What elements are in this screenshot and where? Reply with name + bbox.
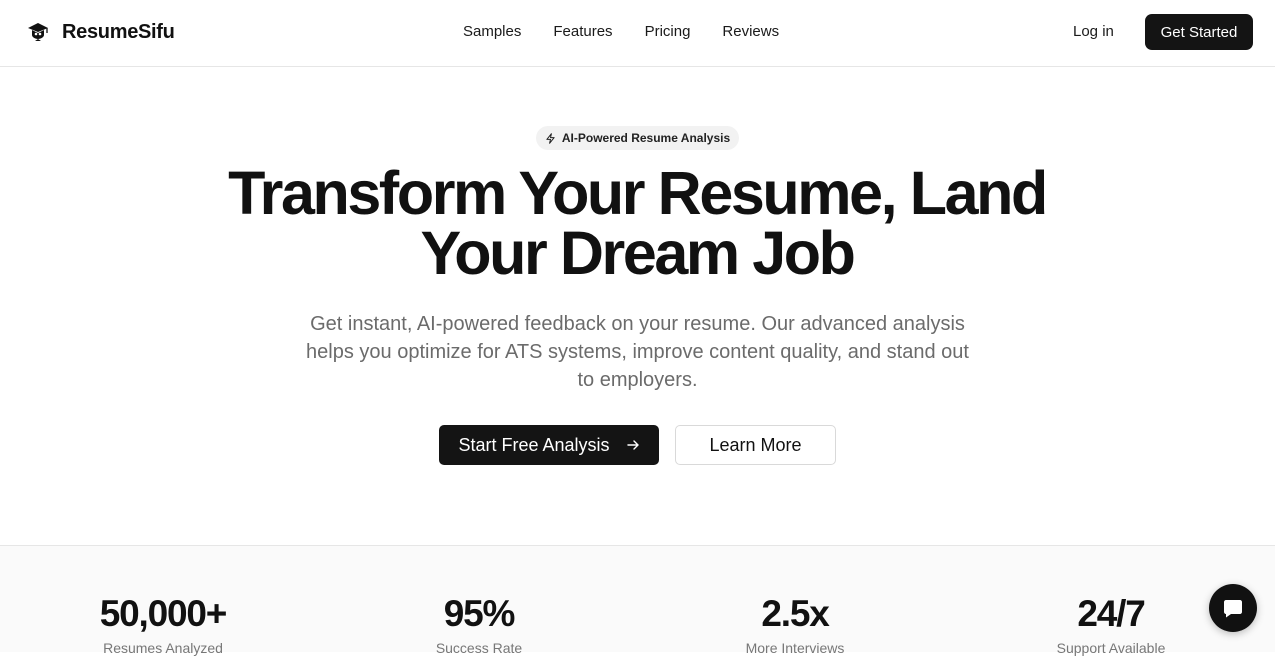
stat-label: Success Rate bbox=[435, 640, 523, 656]
stat-success-rate: 95% Success Rate bbox=[349, 594, 609, 656]
stat-label: Support Available bbox=[1056, 640, 1166, 656]
get-started-button[interactable]: Get Started bbox=[1145, 14, 1253, 50]
stat-support-available: 24/7 Support Available bbox=[981, 594, 1241, 656]
chat-button[interactable] bbox=[1209, 584, 1257, 632]
stat-resumes-analyzed: 50,000+ Resumes Analyzed bbox=[33, 594, 293, 656]
stat-label: Resumes Analyzed bbox=[103, 640, 223, 656]
hero-title-line-2: Your Dream Job bbox=[420, 219, 855, 287]
hero-title: Transform Your Resume, Land Your Dream J… bbox=[137, 163, 1137, 284]
site-header: ResumeSifu Samples Features Pricing Revi… bbox=[0, 0, 1275, 67]
start-free-analysis-button[interactable]: Start Free Analysis bbox=[439, 425, 659, 465]
graduation-cap-icon bbox=[28, 23, 48, 41]
main-nav: Samples Features Pricing Reviews bbox=[463, 22, 779, 42]
stats-section: 50,000+ Resumes Analyzed 95% Success Rat… bbox=[0, 545, 1275, 656]
brand-name: ResumeSifu bbox=[62, 20, 175, 43]
badge-text: AI-Powered Resume Analysis bbox=[561, 131, 731, 145]
nav-item-features[interactable]: Features bbox=[553, 22, 612, 42]
stat-label: More Interviews bbox=[745, 640, 845, 656]
nav-item-reviews[interactable]: Reviews bbox=[722, 22, 779, 42]
hero-badge: AI-Powered Resume Analysis bbox=[536, 126, 739, 150]
hero-subtitle: Get instant, AI-powered feedback on your… bbox=[306, 313, 969, 391]
learn-more-button[interactable]: Learn More bbox=[675, 425, 836, 465]
start-free-analysis-label: Start Free Analysis bbox=[458, 434, 610, 455]
login-link[interactable]: Log in bbox=[1073, 22, 1114, 42]
arrow-right-icon bbox=[626, 440, 639, 450]
nav-item-samples[interactable]: Samples bbox=[463, 22, 521, 42]
stat-value: 95% bbox=[443, 593, 516, 634]
stat-value: 50,000+ bbox=[99, 593, 228, 634]
stat-value: 2.5x bbox=[761, 593, 829, 634]
stat-more-interviews: 2.5x More Interviews bbox=[665, 594, 925, 656]
chat-bubble-icon bbox=[1224, 600, 1242, 618]
brand-logo[interactable]: ResumeSifu bbox=[26, 18, 175, 46]
stat-value: 24/7 bbox=[1077, 593, 1145, 634]
lightning-bolt-icon bbox=[546, 132, 555, 144]
hero-title-line-1: Transform Your Resume, Land bbox=[228, 159, 1048, 227]
nav-item-pricing[interactable]: Pricing bbox=[645, 22, 691, 42]
